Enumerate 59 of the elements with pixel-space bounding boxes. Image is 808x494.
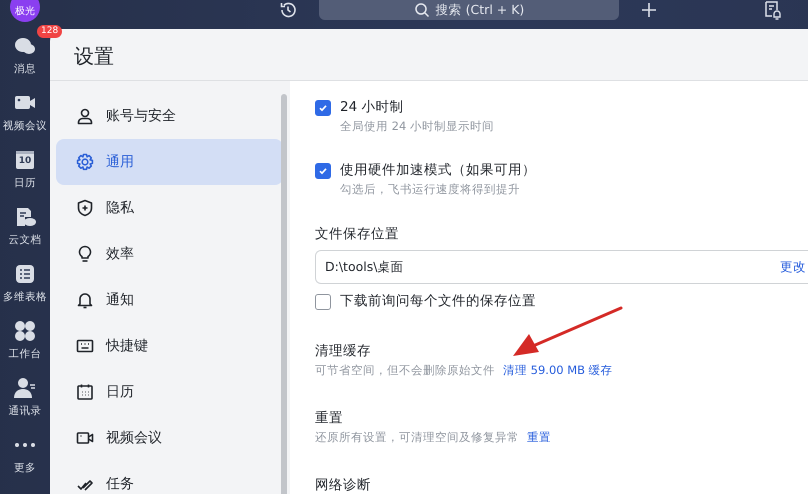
four-dots-icon[interactable] <box>13 319 37 343</box>
checkbox[interactable] <box>315 100 331 116</box>
calendar-icon <box>76 383 94 401</box>
person-outline-icon <box>76 107 94 125</box>
more-dots-icon[interactable] <box>15 443 35 447</box>
option-label: 下载前询问每个文件的保存位置 <box>340 292 536 311</box>
history-icon[interactable] <box>278 0 298 20</box>
list-bell-icon[interactable] <box>763 0 783 20</box>
sidebar-label[interactable]: 日历 <box>14 176 36 190</box>
option-label: 24 小时制 <box>340 98 404 117</box>
keyboard-icon <box>76 337 94 355</box>
table-list-icon[interactable] <box>13 262 37 286</box>
checkmark-icon <box>318 166 328 176</box>
sidebar-label[interactable]: 工作台 <box>8 347 42 361</box>
video-camera-icon <box>76 429 94 447</box>
section-heading: 文件保存位置 <box>315 225 400 244</box>
section-description: 还原所有设置，可清理空间及修复异常 <box>315 429 519 446</box>
calendar-icon[interactable] <box>13 148 37 172</box>
settings-nav-item[interactable]: 通知 <box>56 277 283 323</box>
checkbox[interactable] <box>315 163 331 179</box>
option-label: 使用硬件加速模式（如果可用） <box>340 161 536 180</box>
change-link[interactable]: 更改 <box>780 258 806 276</box>
settings-nav-item[interactable]: 任务 <box>56 461 283 494</box>
settings-nav-item[interactable]: 日历 <box>56 369 283 415</box>
person-icon[interactable] <box>13 376 37 400</box>
search-field[interactable]: 搜索 (Ctrl + K) <box>319 0 619 20</box>
sidebar-label[interactable]: 多维表格 <box>3 290 47 304</box>
option-description: 全局使用 24 小时制显示时间 <box>340 118 494 135</box>
section-heading: 清理缓存 <box>315 342 372 361</box>
settings-nav-item[interactable]: 账号与安全 <box>56 93 283 139</box>
section-heading: 重置 <box>315 409 344 428</box>
settings-nav-item[interactable]: 快捷键 <box>56 323 283 369</box>
path-field[interactable]: D:\tools\桌面 更改 <box>315 250 808 284</box>
scrollbar[interactable] <box>281 94 287 494</box>
user-avatar[interactable]: 极光 <box>10 0 40 22</box>
section-heading: 网络诊断 <box>315 476 372 494</box>
section-description: 可节省空间，但不会删除原始文件 <box>315 362 495 379</box>
sidebar-label[interactable]: 云文档 <box>8 233 42 247</box>
checkbox[interactable] <box>315 294 331 310</box>
unread-badge: 128 <box>37 25 62 38</box>
sidebar-label[interactable]: 消息 <box>14 62 36 76</box>
sidebar-label[interactable]: 通讯录 <box>8 404 42 418</box>
settings-nav-item[interactable]: 视频会议 <box>56 415 283 461</box>
settings-nav-item[interactable]: 效率 <box>56 231 283 277</box>
plus-icon[interactable] <box>640 1 658 19</box>
sidebar-label[interactable]: 视频会议 <box>3 119 47 133</box>
action-link[interactable]: 重置 <box>527 430 551 445</box>
shield-plus-icon <box>76 199 94 217</box>
settings-nav-item[interactable]: 通用 <box>56 139 283 185</box>
bell-icon <box>76 291 94 309</box>
sidebar-label[interactable]: 更多 <box>14 461 36 475</box>
settings-icon <box>76 153 94 171</box>
search-icon <box>414 2 430 18</box>
light-bulb-icon <box>76 245 94 263</box>
option-description: 勾选后，飞书运行速度将得到提升 <box>340 181 521 198</box>
action-link[interactable]: 清理 59.00 MB 缓存 <box>503 363 613 378</box>
settings-nav-item[interactable]: 隐私 <box>56 185 283 231</box>
calendar-date: 10 <box>18 156 32 167</box>
checkmark-icon <box>318 103 328 113</box>
